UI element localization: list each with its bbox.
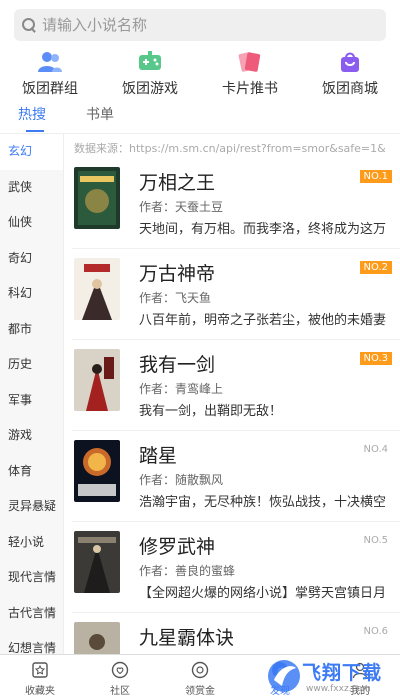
quicknav-group[interactable]: 饭团群组 (0, 48, 100, 98)
bookshelf-icon (32, 662, 48, 678)
tab-hot-search[interactable]: 热搜 (18, 104, 46, 124)
category-item[interactable]: 古代言情 (0, 596, 63, 632)
nav-community[interactable]: 社区 (80, 655, 160, 699)
book-description: 我有一剑，出鞘即无敌！ (139, 404, 283, 419)
category-item[interactable]: 武侠 (0, 170, 63, 206)
category-item[interactable]: 灵异悬疑 (0, 489, 63, 525)
app-screen: 饭团群组 饭团游戏 卡片推书 (0, 0, 400, 699)
book-cover (74, 440, 120, 502)
quicknav-game[interactable]: 饭团游戏 (100, 48, 200, 98)
book-author: 作者：随散飘风 (139, 473, 224, 487)
book-description: 天地间，有万相。而我李洛，终将成为这万 (139, 222, 387, 237)
quick-nav: 饭团群组 饭团游戏 卡片推书 饭团商城 (0, 48, 400, 98)
quicknav-label: 饭团游戏 (122, 81, 178, 97)
watermark-logo-icon (268, 660, 300, 692)
book-author: 作者：天蚕土豆 (139, 200, 224, 214)
tab-bar: 热搜 书单 (0, 104, 400, 132)
watermark-text: 飞翔下载 (302, 662, 383, 684)
book-title: 万相之王 (139, 172, 216, 194)
quicknav-label: 饭团商城 (322, 81, 378, 97)
book-item[interactable]: 九星霸体诀 NO.6 (72, 613, 400, 654)
nav-label: 社区 (110, 686, 130, 697)
rank-badge: NO.6 (363, 626, 389, 637)
book-item[interactable]: 万古神帝 作者：飞天鱼 八百年前，明帝之子张若尘，被他的未婚妻 NO.2 (72, 249, 400, 340)
category-item[interactable]: 体育 (0, 454, 63, 490)
shop-bag-icon (341, 52, 359, 72)
book-item[interactable]: 我有一剑 作者：青鸾峰上 我有一剑，出鞘即无敌！ NO.3 (72, 340, 400, 431)
category-item[interactable]: 都市 (0, 312, 63, 348)
category-item[interactable]: 历史 (0, 347, 63, 383)
category-item[interactable]: 仙侠 (0, 205, 63, 241)
book-title: 万古神帝 (139, 263, 216, 285)
book-cover (74, 167, 120, 229)
nav-bounty[interactable]: 领赏金 (160, 655, 240, 699)
tab-booklist[interactable]: 书单 (86, 104, 114, 124)
active-tab-indicator (26, 130, 44, 132)
book-author: 作者：善良的蜜蜂 (139, 564, 236, 578)
chat-heart-icon (111, 661, 129, 679)
category-sidebar: 玄幻 武侠 仙侠 奇幻 科幻 都市 历史 军事 游戏 体育 灵异悬疑 轻小说 现… (0, 134, 64, 655)
search-bar[interactable] (14, 9, 386, 41)
nav-label: 收藏夹 (25, 686, 55, 697)
book-author: 作者：青鸾峰上 (139, 382, 224, 396)
quicknav-label: 饭团群组 (22, 81, 78, 97)
book-title: 踏星 (139, 445, 178, 467)
book-title: 我有一剑 (139, 354, 216, 376)
rank-badge: NO.1 (359, 170, 392, 183)
book-description: 浩瀚宇宙，无尽种族！恢弘战技，十决横空 (139, 495, 387, 510)
watermark: 飞翔下载 www.fxxz.com (266, 654, 394, 698)
rank-badge: NO.5 (363, 535, 389, 546)
rank-badge: NO.2 (359, 261, 392, 274)
book-ranking-list: 数据来源：https://m.sm.cn/api/rest?from=smor&… (64, 134, 400, 654)
nav-favorites[interactable]: 收藏夹 (0, 655, 80, 699)
book-cover (74, 258, 120, 320)
book-author: 作者：飞天鱼 (139, 291, 212, 305)
search-input[interactable] (42, 16, 362, 34)
search-icon (22, 18, 36, 32)
nav-label: 领赏金 (185, 686, 215, 697)
category-item[interactable]: 奇幻 (0, 241, 63, 277)
rank-badge: NO.4 (363, 444, 389, 455)
data-source-note: 数据来源：https://m.sm.cn/api/rest?from=smor&… (74, 142, 386, 155)
group-icon (38, 52, 62, 72)
category-item[interactable]: 玄幻 (0, 134, 63, 170)
book-cover (74, 622, 120, 654)
book-description: 八百年前，明帝之子张若尘，被他的未婚妻 (139, 313, 387, 328)
book-cover (74, 349, 120, 411)
book-item[interactable]: 踏星 作者：随散飘风 浩瀚宇宙，无尽种族！恢弘战技，十决横空 NO.4 (72, 431, 400, 522)
game-icon (139, 51, 161, 70)
book-item[interactable]: 万相之王 作者：天蚕土豆 天地间，有万相。而我李洛，终将成为这万 NO.1 (72, 158, 400, 249)
category-item[interactable]: 科幻 (0, 276, 63, 312)
book-title: 修罗武神 (139, 536, 216, 558)
category-item[interactable]: 游戏 (0, 418, 63, 454)
quicknav-label: 卡片推书 (222, 81, 278, 97)
coin-icon (191, 661, 209, 679)
watermark-url: www.fxxz.com (306, 684, 371, 694)
quicknav-cards[interactable]: 卡片推书 (200, 48, 300, 98)
category-item[interactable]: 现代言情 (0, 560, 63, 596)
quicknav-shop[interactable]: 饭团商城 (300, 48, 400, 98)
rank-badge: NO.3 (359, 352, 392, 365)
book-cover (74, 531, 120, 593)
book-description: 【全网超火爆的网络小说】掌劈天宫镇日月 (139, 586, 387, 601)
book-title: 九星霸体诀 (139, 627, 235, 649)
cards-icon (238, 52, 261, 72)
book-item[interactable]: 修罗武神 作者：善良的蜜蜂 【全网超火爆的网络小说】掌劈天宫镇日月 NO.5 (72, 522, 400, 613)
category-item[interactable]: 轻小说 (0, 525, 63, 561)
category-item[interactable]: 军事 (0, 383, 63, 419)
